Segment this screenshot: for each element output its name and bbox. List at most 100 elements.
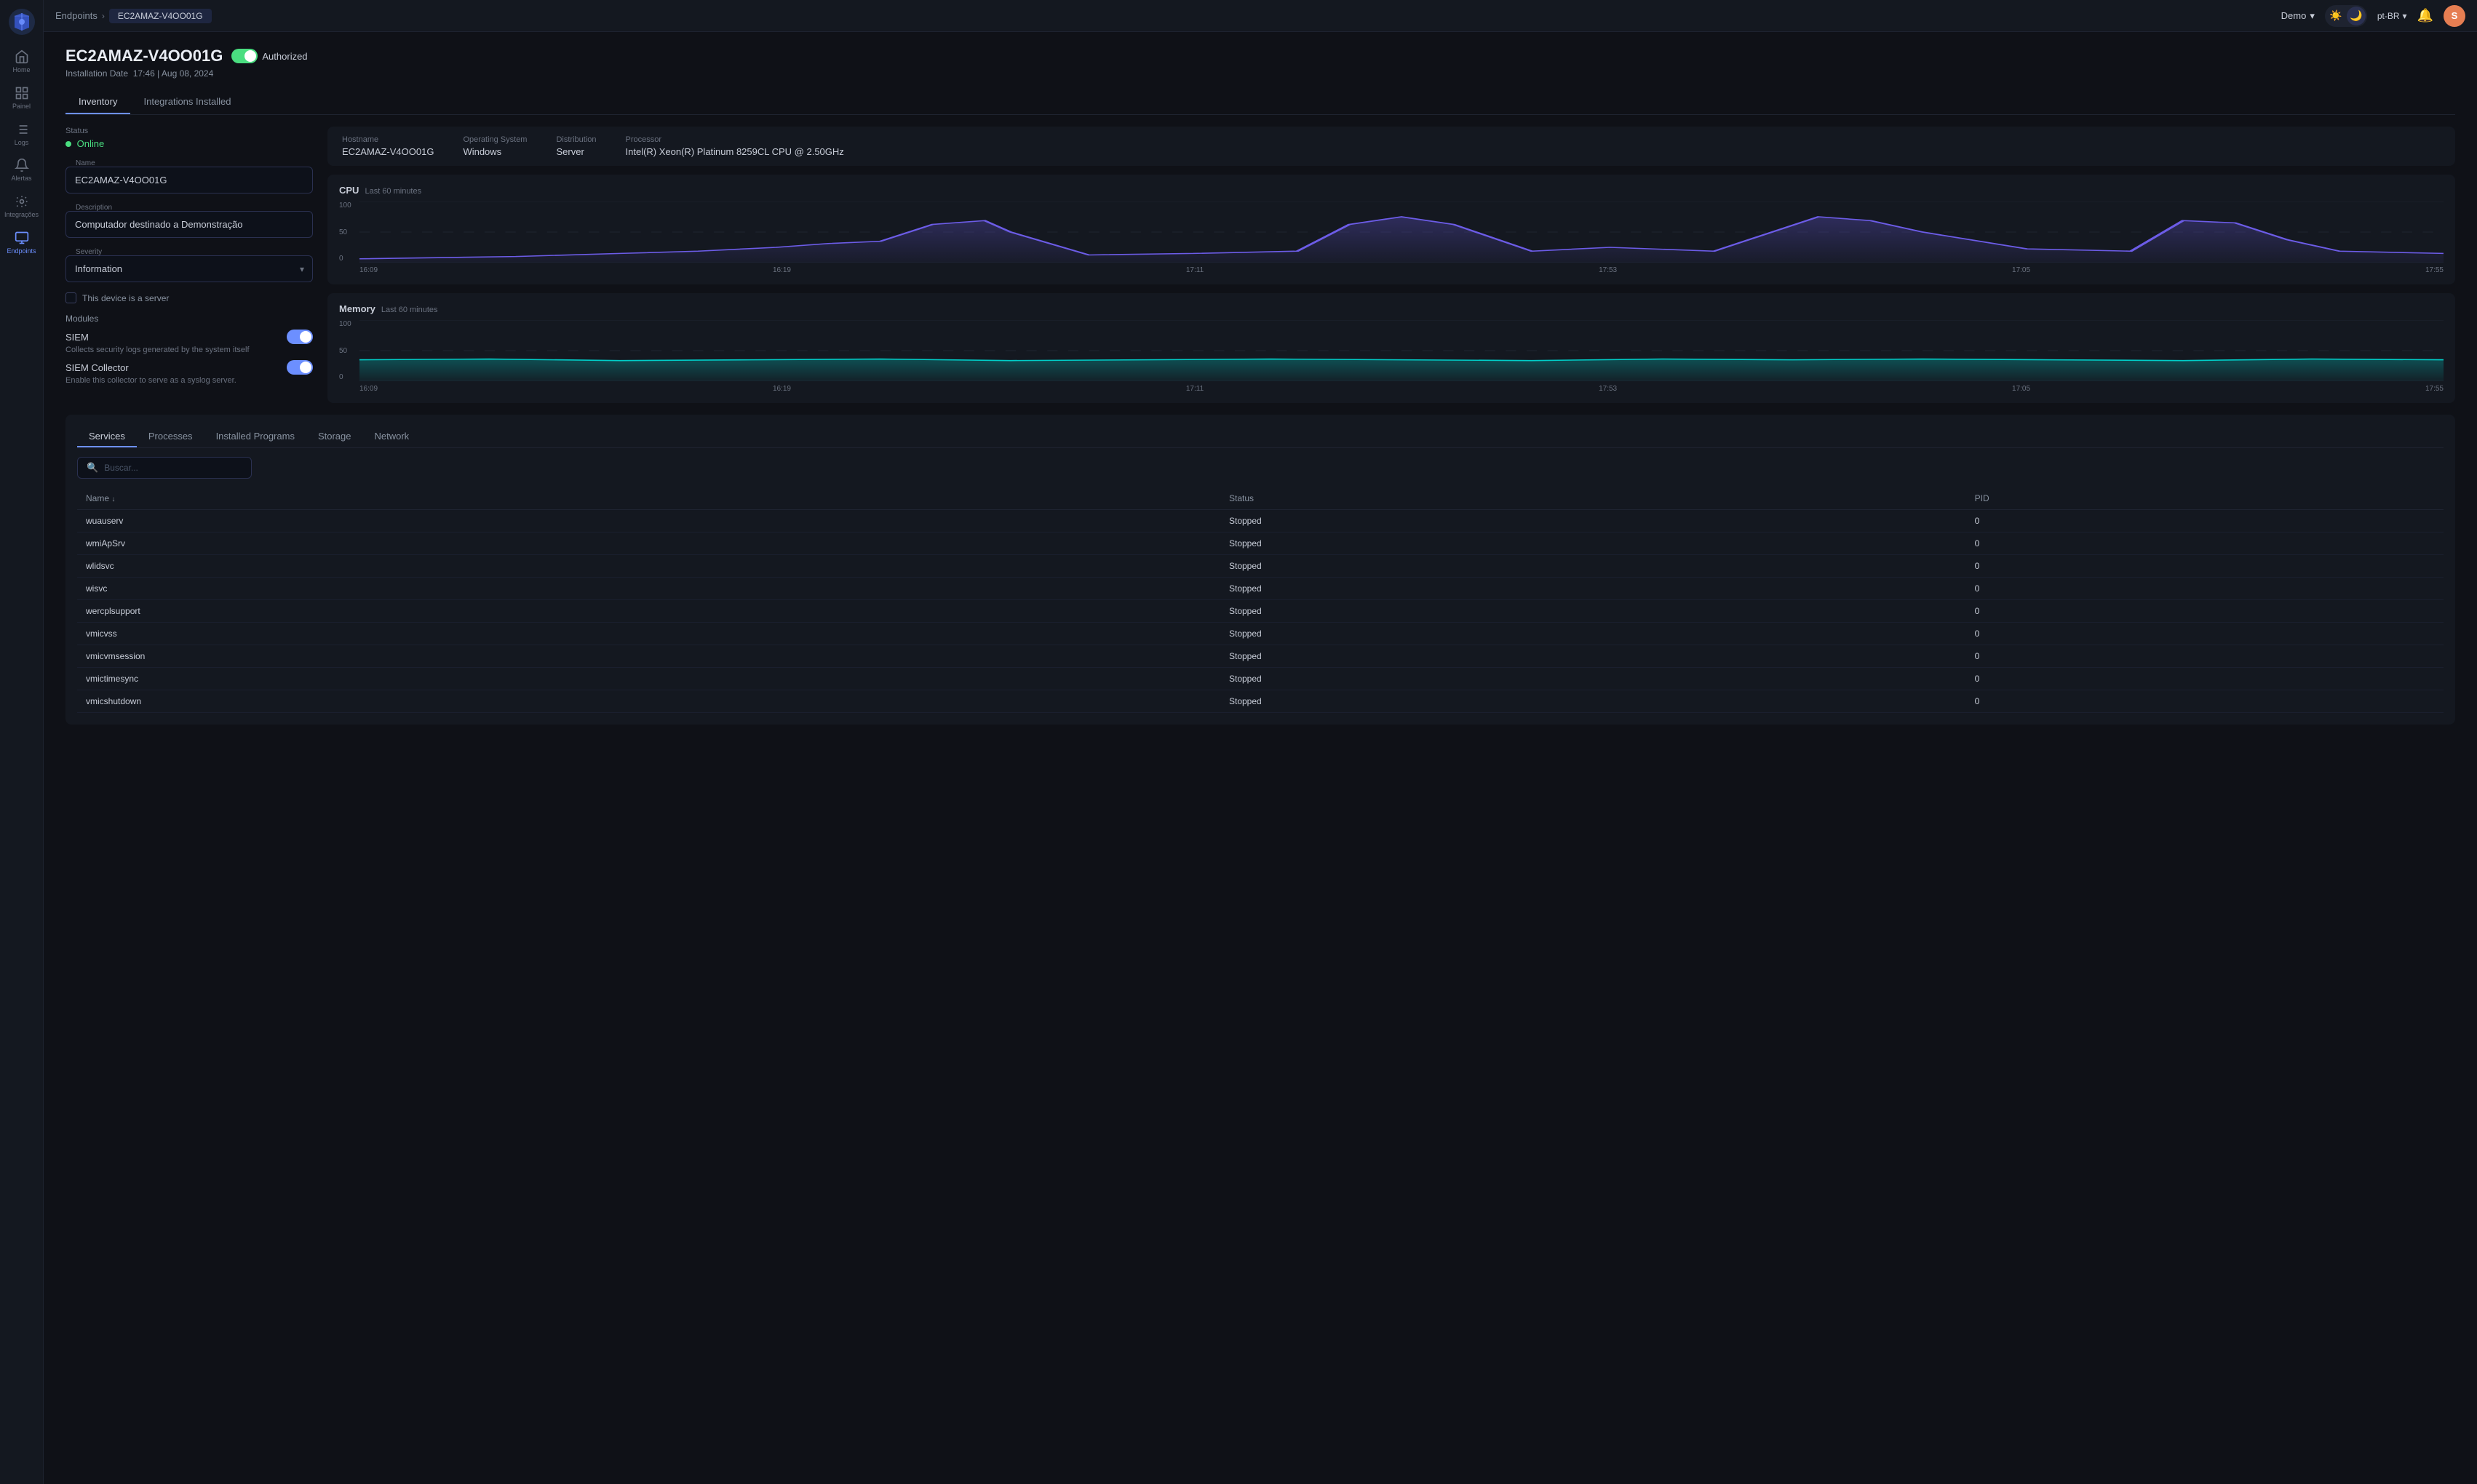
cell-status: Stopped xyxy=(1220,578,1966,600)
sidebar-item-home[interactable]: Home xyxy=(0,44,43,80)
authorized-toggle[interactable] xyxy=(231,49,258,63)
col-status: Status xyxy=(1220,487,1966,510)
dark-theme-button[interactable]: 🌙 xyxy=(2347,7,2366,25)
notifications-button[interactable]: 🔔 xyxy=(2417,8,2433,23)
mem-y-100: 100 xyxy=(339,320,357,328)
name-field-label: Name xyxy=(73,159,313,167)
module-siem-name: SIEM xyxy=(65,332,89,343)
tab-services[interactable]: Services xyxy=(77,426,137,447)
left-panel: Status Online Name Description xyxy=(65,127,313,403)
cell-pid: 0 xyxy=(1966,645,2444,668)
os-label: Operating System xyxy=(463,135,527,144)
table-row: vmicshutdown Stopped 0 xyxy=(77,690,2444,713)
module-siem-collector-name: SIEM Collector xyxy=(65,362,129,373)
sidebar-item-logs[interactable]: Logs xyxy=(0,116,43,153)
install-date: Installation Date 17:46 | Aug 08, 2024 xyxy=(65,68,2455,79)
severity-select-wrapper: Information Low Medium High Critical ▾ xyxy=(65,255,313,282)
tab-storage[interactable]: Storage xyxy=(306,426,363,447)
distribution-value: Server xyxy=(556,146,596,157)
memory-y-labels: 100 50 0 xyxy=(339,320,357,381)
memory-chart-area: 100 50 0 xyxy=(339,320,2444,393)
table-body: wuauserv Stopped 0 wmiApSrv Stopped 0 wl… xyxy=(77,510,2444,713)
name-input[interactable] xyxy=(65,167,313,194)
module-siem-toggle[interactable] xyxy=(287,330,313,344)
cell-status: Stopped xyxy=(1220,555,1966,578)
breadcrumb-root[interactable]: Endpoints xyxy=(55,10,98,21)
modules-section: Modules SIEM Collects security logs gene… xyxy=(65,314,313,385)
processor-value: Intel(R) Xeon(R) Platinum 8259CL CPU @ 2… xyxy=(626,146,844,157)
cell-pid: 0 xyxy=(1966,555,2444,578)
cell-name: wercplsupport xyxy=(77,600,1220,623)
install-date-value: 17:46 | Aug 08, 2024 xyxy=(133,68,214,79)
cpu-chart-card: CPU Last 60 minutes 100 50 0 xyxy=(327,175,2455,284)
hostname-label: Hostname xyxy=(342,135,434,144)
server-checkbox[interactable] xyxy=(65,292,76,303)
table-row: wercplsupport Stopped 0 xyxy=(77,600,2444,623)
memory-x-labels: 16:09 16:19 17:11 17:53 17:05 17:55 xyxy=(359,385,2444,393)
breadcrumb: Endpoints › EC2AMAZ-V4OO01G xyxy=(55,9,212,23)
info-processor: Processor Intel(R) Xeon(R) Platinum 8259… xyxy=(626,135,844,157)
processor-label: Processor xyxy=(626,135,844,144)
avatar[interactable]: S xyxy=(2444,5,2465,27)
bottom-section: Services Processes Installed Programs St… xyxy=(65,415,2455,725)
sidebar-item-endpoints[interactable]: Endpoints xyxy=(0,225,43,261)
services-table: Name ↓ Status PID wuauserv Stopped 0 wmi… xyxy=(77,487,2444,713)
cpu-chart-title: CPU xyxy=(339,185,359,196)
description-input[interactable] xyxy=(65,211,313,238)
cell-name: vmicshutdown xyxy=(77,690,1220,713)
os-value: Windows xyxy=(463,146,527,157)
info-distribution: Distribution Server xyxy=(556,135,596,157)
module-siem-collector-row: SIEM Collector xyxy=(65,360,313,375)
severity-select[interactable]: Information Low Medium High Critical xyxy=(65,255,313,282)
severity-field-label: Severity xyxy=(73,248,313,256)
sidebar-item-endpoints-label: Endpoints xyxy=(7,247,36,255)
sidebar-item-painel[interactable]: Painel xyxy=(0,80,43,116)
topbar: Endpoints › EC2AMAZ-V4OO01G Demo ▾ ☀️ 🌙 … xyxy=(44,0,2477,32)
demo-dropdown[interactable]: Demo ▾ xyxy=(2281,10,2315,22)
light-theme-button[interactable]: ☀️ xyxy=(2326,7,2345,25)
content-area: EC2AMAZ-V4OO01G Authorized Installation … xyxy=(44,32,2477,1484)
sort-icon[interactable]: ↓ xyxy=(111,495,115,503)
main-tabs: Inventory Integrations Installed xyxy=(65,90,2455,115)
search-bar: 🔍 xyxy=(77,457,252,479)
tab-processes[interactable]: Processes xyxy=(137,426,204,447)
table-row: vmicvss Stopped 0 xyxy=(77,623,2444,645)
sidebar-item-alertas[interactable]: Alertas xyxy=(0,152,43,188)
two-col-layout: Status Online Name Description xyxy=(65,127,2455,403)
table-header: Name ↓ Status PID xyxy=(77,487,2444,510)
authorized-label: Authorized xyxy=(262,51,307,62)
sidebar-item-home-label: Home xyxy=(12,66,30,74)
memory-chart-card: Memory Last 60 minutes 100 50 0 xyxy=(327,293,2455,403)
info-os: Operating System Windows xyxy=(463,135,527,157)
mem-y-50: 50 xyxy=(339,347,357,355)
cell-status: Stopped xyxy=(1220,668,1966,690)
cell-status: Stopped xyxy=(1220,690,1966,713)
module-siem-collector-desc: Enable this collector to serve as a sysl… xyxy=(65,376,313,385)
page-title-row: EC2AMAZ-V4OO01G Authorized xyxy=(65,47,2455,65)
cell-name: wisvc xyxy=(77,578,1220,600)
cell-status: Stopped xyxy=(1220,623,1966,645)
sidebar-item-integracoes-label: Integrações xyxy=(4,211,39,219)
sidebar-item-integracoes[interactable]: Integrações xyxy=(0,188,43,225)
tab-installed-programs[interactable]: Installed Programs xyxy=(204,426,306,447)
module-siem-collector-toggle[interactable] xyxy=(287,360,313,375)
cell-name: vmicvmsession xyxy=(77,645,1220,668)
table-row: wuauserv Stopped 0 xyxy=(77,510,2444,532)
language-selector[interactable]: pt-BR ▾ xyxy=(2377,11,2407,21)
severity-field: Severity Information Low Medium High Cri… xyxy=(65,248,313,282)
status-section: Status Online xyxy=(65,127,313,149)
cpu-y-labels: 100 50 0 xyxy=(339,202,357,263)
tab-network[interactable]: Network xyxy=(363,426,421,447)
table-row: vmictimesync Stopped 0 xyxy=(77,668,2444,690)
tab-integrations[interactable]: Integrations Installed xyxy=(130,90,244,114)
authorized-badge: Authorized xyxy=(231,49,307,63)
search-input[interactable] xyxy=(104,463,242,473)
cell-name: wmiApSrv xyxy=(77,532,1220,555)
table-row: vmicvmsession Stopped 0 xyxy=(77,645,2444,668)
cpu-x-labels: 16:09 16:19 17:11 17:53 17:05 17:55 xyxy=(359,266,2444,274)
topbar-right: Demo ▾ ☀️ 🌙 pt-BR ▾ 🔔 S xyxy=(2281,5,2465,27)
memory-chart-title: Memory xyxy=(339,303,375,314)
cell-pid: 0 xyxy=(1966,600,2444,623)
tab-inventory[interactable]: Inventory xyxy=(65,90,130,114)
cell-status: Stopped xyxy=(1220,510,1966,532)
